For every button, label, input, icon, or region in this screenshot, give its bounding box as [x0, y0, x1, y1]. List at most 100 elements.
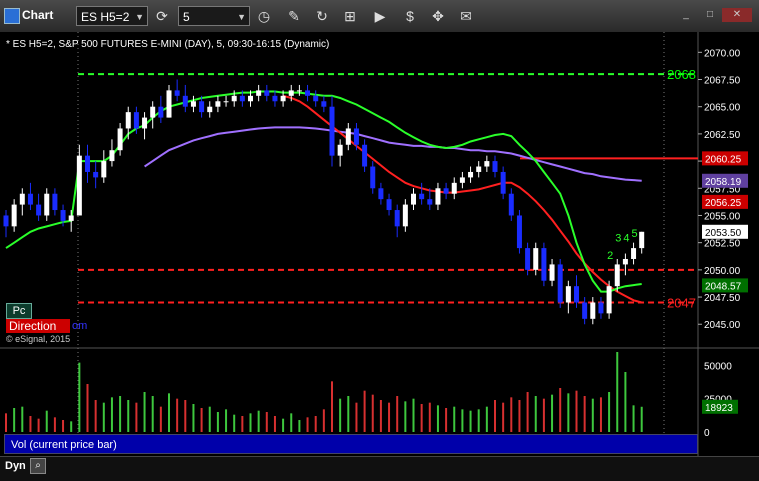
interval-select[interactable]: 5 ▼: [178, 6, 250, 26]
price-tick-label: 2052.50: [704, 239, 741, 250]
bar-count-label: 3: [615, 233, 621, 245]
candle-body: [631, 248, 637, 259]
candle-body: [313, 95, 319, 102]
cursor-icon[interactable]: ↻: [312, 6, 332, 26]
candle-body: [44, 193, 50, 216]
candle-body: [11, 204, 17, 227]
window-title: Chart: [22, 8, 54, 22]
candle-body: [27, 193, 33, 205]
candle-body: [353, 128, 359, 145]
price-level-label: 2068: [667, 67, 696, 82]
price-tag-label: 2056.25: [705, 198, 742, 209]
candle-body: [557, 264, 563, 303]
volume-tick-label: 0: [704, 428, 710, 439]
pc-indicator-label[interactable]: Pc: [6, 303, 32, 319]
candle-body: [158, 106, 164, 118]
price-tag-label: 2058.19: [705, 177, 742, 188]
candle-body: [296, 90, 302, 92]
candle-body: [329, 106, 335, 156]
candle-body: [166, 90, 172, 118]
symbol-select[interactable]: ES H5=2 ▼: [76, 6, 148, 26]
candle-body: [215, 101, 221, 107]
candle-body: [142, 117, 148, 129]
bar-count-label: 5: [632, 228, 638, 240]
candle-body: [614, 264, 620, 287]
candle-body: [443, 188, 449, 194]
candle-body: [264, 90, 270, 96]
candle-body: [362, 144, 368, 167]
link-icon[interactable]: ✥: [428, 6, 448, 26]
chat-icon[interactable]: ✉: [456, 6, 476, 26]
chart-app-icon: [4, 8, 20, 24]
candle-body: [402, 204, 408, 227]
candle-body: [468, 171, 474, 178]
candle-body: [76, 155, 82, 216]
candle-body: [598, 302, 604, 314]
candle-body: [345, 128, 351, 145]
candle-body: [305, 90, 311, 96]
studies-icon[interactable]: ⊞: [340, 6, 360, 26]
candle-body: [606, 286, 612, 314]
play-icon[interactable]: ▶: [370, 6, 390, 26]
price-chart[interactable]: 23452070.002067.502065.002062.502060.002…: [0, 32, 759, 480]
candle-body: [68, 215, 74, 221]
maximize-icon[interactable]: □: [700, 8, 720, 22]
candle-body: [223, 101, 229, 103]
volume-current-tag: 18923: [705, 403, 733, 414]
candle-body: [101, 161, 107, 178]
candle-body: [3, 215, 9, 227]
dollar-icon[interactable]: $: [400, 6, 420, 26]
direction-indicator-tail: om: [72, 320, 88, 332]
price-tick-label: 2047.50: [704, 293, 741, 304]
candle-body: [199, 101, 205, 113]
volume-tick-label: 50000: [704, 361, 732, 372]
volume-panel-label[interactable]: Vol (current price bar): [4, 434, 698, 454]
candle-body: [492, 161, 498, 172]
candle-body: [125, 112, 131, 129]
candle-body: [525, 248, 531, 270]
candle-body: [574, 286, 579, 303]
price-tick-label: 2045.00: [704, 320, 741, 331]
minimize-icon[interactable]: _: [676, 8, 696, 22]
candle-body: [590, 302, 596, 319]
candle-body: [378, 188, 384, 200]
candle-body: [565, 286, 571, 303]
refresh-icon[interactable]: ⟳: [152, 6, 172, 26]
price-tick-label: 2067.50: [704, 76, 741, 87]
candle-body: [411, 193, 416, 205]
price-tag-label: 2053.50: [705, 228, 742, 239]
candle-body: [321, 101, 327, 107]
dyn-label[interactable]: Dyn: [5, 460, 26, 472]
candle-body: [256, 90, 262, 96]
candle-body: [174, 90, 180, 96]
candle-body: [427, 199, 433, 205]
zoom-icon[interactable]: ⌕: [30, 458, 46, 474]
candle-body: [370, 166, 376, 189]
candle-body: [549, 264, 555, 281]
price-tick-label: 2062.50: [704, 130, 741, 141]
price-tick-label: 2070.00: [704, 48, 741, 59]
candle-body: [272, 95, 278, 102]
price-tick-label: 2065.00: [704, 103, 741, 114]
price-tag-label: 2060.25: [705, 154, 742, 165]
candle-body: [19, 193, 25, 205]
clock-icon[interactable]: ◷: [254, 6, 274, 26]
candle-body: [36, 204, 42, 216]
candle-body: [451, 182, 457, 194]
candle-body: [182, 95, 188, 107]
candle-body: [239, 95, 245, 102]
chart-info: * ES H5=2, S&P 500 FUTURES E-MINI (DAY),…: [6, 39, 330, 50]
direction-indicator-label[interactable]: Direction: [6, 319, 70, 333]
candle-body: [117, 128, 123, 151]
price-level-label: 2047: [667, 295, 696, 310]
candle-body: [394, 210, 400, 227]
candle-body: [150, 106, 156, 118]
candle-body: [508, 193, 514, 216]
pencil-icon[interactable]: ✎: [284, 6, 304, 26]
interval-value: 5: [183, 10, 190, 24]
close-icon[interactable]: ✕: [722, 8, 752, 22]
candle-body: [337, 144, 343, 156]
chevron-down-icon: ▼: [237, 12, 246, 22]
title-bar: Chart ES H5=2 ▼ ⟳ 5 ▼ ◷ ✎ ↻ ⊞ ▶ $ ✥ ✉ _ …: [0, 0, 759, 33]
candle-body: [484, 161, 490, 167]
